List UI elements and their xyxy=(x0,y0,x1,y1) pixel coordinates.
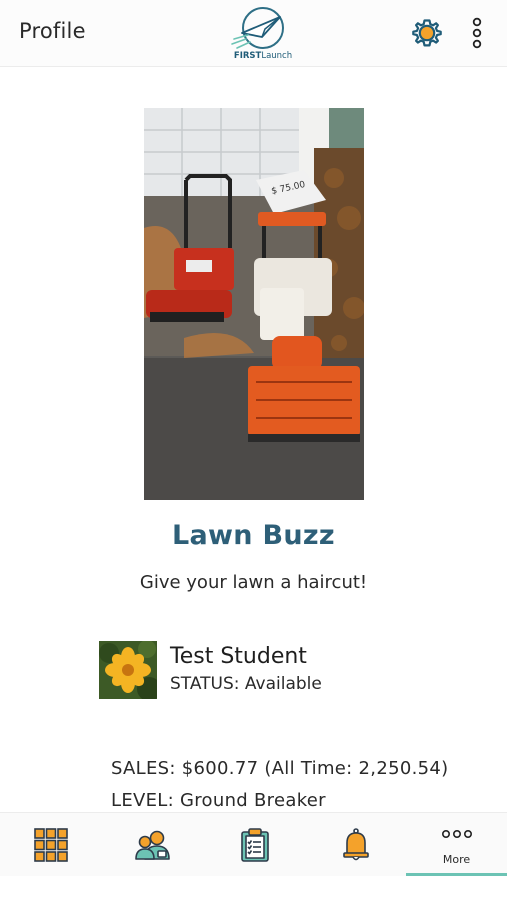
page-title: Profile xyxy=(19,19,86,43)
student-status: STATUS: Available xyxy=(170,674,322,694)
settings-gear-icon[interactable] xyxy=(411,17,443,49)
more-dots-icon xyxy=(441,829,472,839)
logo-wordmark: FIRSTLaunch xyxy=(233,51,293,61)
nav-item-dashboard[interactable] xyxy=(0,813,101,877)
student-name: Test Student xyxy=(170,644,307,669)
firstlaunch-logo: FIRSTLaunch xyxy=(228,5,298,65)
app-header: Profile FIRSTLaunch xyxy=(0,0,507,67)
profile-content: $ 75.00 Lawn Buzz Give your lawn a hairc… xyxy=(0,68,507,812)
overflow-menu-icon[interactable] xyxy=(467,15,487,51)
level-label: LEVEL: Ground Breaker xyxy=(111,790,326,811)
grid-icon xyxy=(34,828,68,862)
sales-summary: SALES: $600.77 (All Time: 2,250.54) xyxy=(111,758,449,779)
business-name: Lawn Buzz xyxy=(172,520,335,551)
student-avatar[interactable] xyxy=(99,641,157,699)
clipboard-icon xyxy=(241,828,269,862)
bell-icon xyxy=(343,828,369,861)
nav-item-notifications[interactable] xyxy=(304,813,405,877)
nav-item-more[interactable]: More xyxy=(406,813,507,877)
nav-label-more: More xyxy=(442,853,471,866)
team-icon xyxy=(135,830,170,860)
nav-item-team[interactable] xyxy=(101,813,202,877)
nav-item-tasks[interactable] xyxy=(203,813,304,877)
bottom-spacer xyxy=(0,876,507,900)
business-photo: $ 75.00 xyxy=(144,108,364,500)
business-tagline: Give your lawn a haircut! xyxy=(139,572,368,593)
bottom-navigation: More xyxy=(0,812,507,877)
paper-plane-logo-icon xyxy=(231,7,284,49)
